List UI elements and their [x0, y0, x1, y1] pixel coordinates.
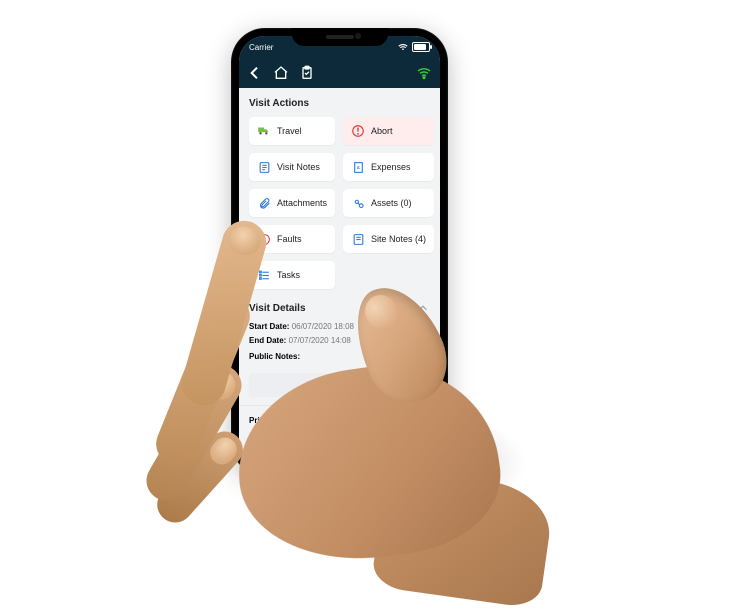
paperclip-icon — [257, 196, 271, 210]
public-notes-label: Public Notes: — [249, 352, 300, 361]
end-date-value: 07/07/2020 14:08 — [289, 336, 351, 345]
visit-details-section: Visit Details Start Date: 06/07/2020 18:… — [239, 289, 440, 369]
visit-actions-title: Visit Actions — [239, 88, 440, 117]
start-date-value: 06/07/2020 18:08 — [292, 322, 354, 331]
svg-text:£: £ — [357, 165, 360, 171]
clipboard-icon[interactable] — [299, 65, 315, 81]
attachments-tile[interactable]: Attachments — [249, 189, 335, 217]
faults-tile[interactable]: Faults — [249, 225, 335, 253]
start-date-label: Start Date: — [249, 322, 289, 331]
tasks-label: Tasks — [277, 270, 300, 280]
back-icon[interactable] — [247, 65, 263, 81]
phone-frame: Carrier Visit Actions — [231, 28, 448, 476]
expenses-label: Expenses — [371, 162, 411, 172]
truck-icon — [257, 124, 271, 138]
connection-wifi-icon — [416, 65, 432, 81]
public-notes-row: Public Notes: — [249, 347, 430, 363]
screen: Carrier Visit Actions — [239, 36, 440, 468]
note-icon — [257, 160, 271, 174]
receipt-icon: £ — [351, 160, 365, 174]
visit-notes-label: Visit Notes — [277, 162, 320, 172]
actions-grid: Travel Abort Visit Notes £ — [239, 117, 440, 289]
content: Visit Actions Travel Abort — [239, 88, 440, 468]
alert-icon — [351, 124, 365, 138]
fault-icon — [257, 232, 271, 246]
end-date-row: End Date: 07/07/2020 14:08 — [249, 333, 430, 347]
abort-tile[interactable]: Abort — [343, 117, 434, 145]
nav-bar — [239, 58, 440, 88]
home-icon[interactable] — [273, 65, 289, 81]
public-notes-box[interactable] — [249, 373, 430, 397]
assets-label: Assets (0) — [371, 198, 412, 208]
asset-icon — [351, 196, 365, 210]
carrier-label: Carrier — [249, 43, 273, 52]
visit-notes-tile[interactable]: Visit Notes — [249, 153, 335, 181]
site-note-icon — [351, 232, 365, 246]
travel-label: Travel — [277, 126, 302, 136]
travel-tile[interactable]: Travel — [249, 117, 335, 145]
visit-details-title: Visit Details — [249, 303, 306, 314]
private-notes-label: Private Notes: — [239, 406, 440, 425]
site-notes-label: Site Notes (4) — [371, 234, 426, 244]
end-date-label: End Date: — [249, 336, 286, 345]
site-notes-tile[interactable]: Site Notes (4) — [343, 225, 434, 253]
chevron-up-icon[interactable] — [416, 301, 430, 315]
attachments-label: Attachments — [277, 198, 327, 208]
faults-label: Faults — [277, 234, 302, 244]
notch — [292, 28, 388, 46]
tasks-tile[interactable]: Tasks — [249, 261, 335, 289]
assets-tile[interactable]: Assets (0) — [343, 189, 434, 217]
expenses-tile[interactable]: £ Expenses — [343, 153, 434, 181]
battery-icon — [412, 42, 430, 52]
tasks-icon — [257, 268, 271, 282]
abort-label: Abort — [371, 126, 393, 136]
ios-wifi-icon — [398, 43, 408, 51]
start-date-row: Start Date: 06/07/2020 18:08 — [249, 315, 430, 333]
